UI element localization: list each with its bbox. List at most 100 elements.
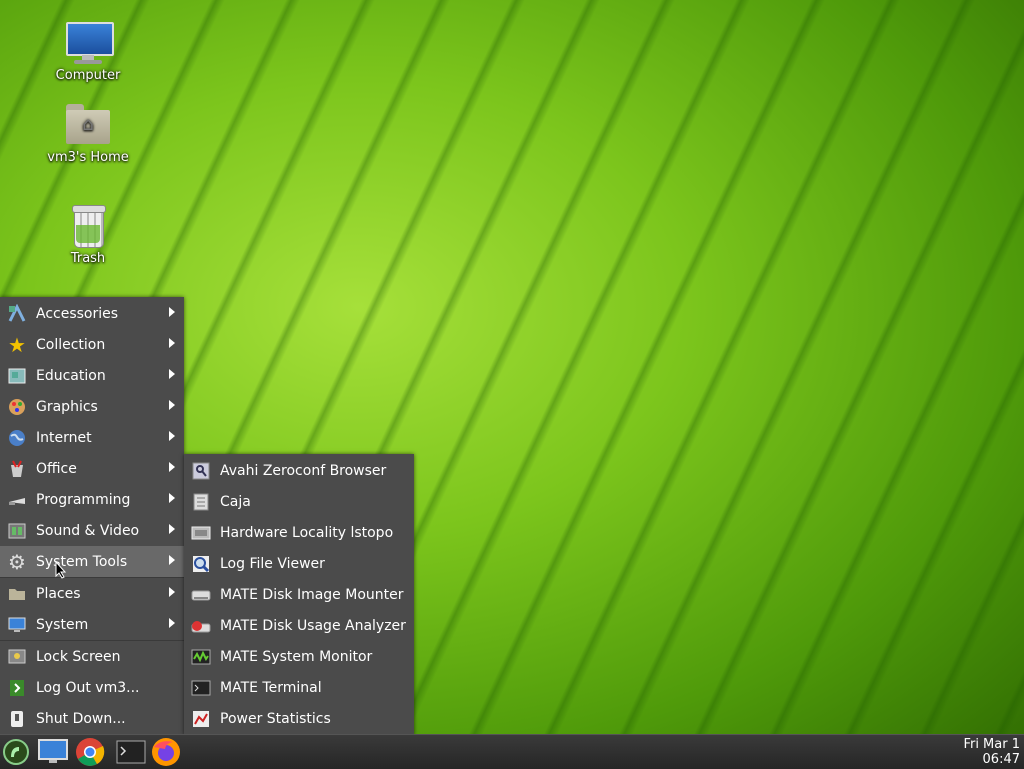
menu-item-system[interactable]: System [0,609,184,640]
menu-item-avahi-browser[interactable]: Avahi Zeroconf Browser [184,455,414,486]
chrome-icon [76,738,105,766]
bottom-panel: Fri Mar 1 06:47 [0,734,1024,769]
menu-item-system-tools[interactable]: ⚙ System Tools [0,546,184,577]
menu-item-label: Programming [36,491,131,508]
menu-item-label: Log File Viewer [220,555,325,572]
menu-item-programming[interactable]: Programming [0,484,184,515]
menu-item-disk-usage-analyzer[interactable]: MATE Disk Usage Analyzer [184,610,414,641]
menu-item-office[interactable]: Office [0,453,184,484]
menu-item-label: Graphics [36,398,98,415]
graphics-icon [6,396,28,418]
terminal-icon [116,740,146,764]
chrome-launcher[interactable] [74,737,106,767]
menu-item-label: Office [36,460,77,477]
desktop-icon-computer[interactable]: Computer [43,20,133,83]
file-manager-icon [190,491,212,513]
chevron-right-icon [169,431,175,441]
menu-item-label: Collection [36,336,106,353]
chevron-right-icon [169,462,175,472]
desktop-icon-label: Trash [70,251,106,266]
power-stats-icon [190,708,212,730]
menu-item-lock-screen[interactable]: Lock Screen [0,641,184,672]
menu-item-label: Log Out vm3... [36,679,140,696]
clock-date: Fri Mar 1 [963,737,1020,752]
chevron-right-icon [169,307,175,317]
firefox-icon [152,738,180,766]
log-viewer-icon [190,553,212,575]
firefox-launcher[interactable] [150,737,182,767]
menu-item-education[interactable]: Education [0,360,184,391]
globe-icon [6,427,28,449]
menu-item-label: MATE System Monitor [220,648,373,665]
show-desktop-icon [38,739,68,763]
menu-item-label: Shut Down... [36,710,126,727]
applications-menu: Accessories ★ Collection Education Graph… [0,297,184,735]
menu-item-label: Internet [36,429,92,446]
menu-item-power-statistics[interactable]: Power Statistics [184,703,414,734]
show-desktop-button[interactable] [37,737,69,767]
gear-icon: ⚙ [8,549,26,574]
menu-item-label: MATE Disk Usage Analyzer [220,617,406,634]
accessories-icon [6,303,28,325]
chevron-right-icon [169,555,175,565]
office-icon [6,458,28,480]
chevron-right-icon [169,524,175,534]
chevron-right-icon [169,369,175,379]
home-folder-icon: ⌂ [64,102,112,148]
menu-item-sound-video[interactable]: Sound & Video [0,515,184,546]
menu-item-label: MATE Disk Image Mounter [220,586,404,603]
menu-item-system-monitor[interactable]: MATE System Monitor [184,641,414,672]
menu-item-log-out[interactable]: Log Out vm3... [0,672,184,703]
system-monitor-icon [190,646,212,668]
chevron-right-icon [169,587,175,597]
menu-item-shut-down[interactable]: Shut Down... [0,703,184,734]
desktop-icon-trash[interactable]: Trash [43,203,133,266]
menu-item-label: System Tools [36,553,128,570]
menu-launcher-icon [3,739,29,765]
chevron-right-icon [169,338,175,348]
computer-icon [64,20,114,66]
menu-item-label: Power Statistics [220,710,331,727]
menu-item-label: Caja [220,493,251,510]
menu-item-mate-terminal[interactable]: MATE Terminal [184,672,414,703]
terminal-launcher[interactable] [115,737,147,767]
menu-item-label: System [36,616,89,633]
system-tools-submenu: Avahi Zeroconf Browser Caja Hardware Loc… [184,454,414,735]
menu-item-accessories[interactable]: Accessories [0,298,184,329]
mouse-cursor-icon [55,561,67,579]
disk-usage-icon [190,615,212,637]
menu-item-hwloc-lstopo[interactable]: Hardware Locality lstopo [184,517,414,548]
chevron-right-icon [169,400,175,410]
lock-icon [6,646,28,668]
education-icon [6,365,28,387]
disk-image-icon [190,584,212,606]
hardware-icon [190,522,212,544]
folder-icon [6,583,28,605]
menu-item-label: Education [36,367,106,384]
logout-icon [6,677,28,699]
desktop-icon-home[interactable]: ⌂ vm3's Home [43,102,133,165]
multimedia-icon [6,520,28,542]
menu-item-graphics[interactable]: Graphics [0,391,184,422]
desktop-icon-label: Computer [55,68,121,83]
programming-icon [6,489,28,511]
menu-item-caja[interactable]: Caja [184,486,414,517]
menu-item-disk-image-mounter[interactable]: MATE Disk Image Mounter [184,579,414,610]
clock[interactable]: Fri Mar 1 06:47 [963,737,1020,767]
terminal-icon [190,677,212,699]
menu-item-log-file-viewer[interactable]: Log File Viewer [184,548,414,579]
star-icon: ★ [8,332,26,357]
system-icon [6,614,28,636]
menu-item-internet[interactable]: Internet [0,422,184,453]
menu-item-places[interactable]: Places [0,578,184,609]
shutdown-icon [6,708,28,730]
chevron-right-icon [169,493,175,503]
menu-item-label: Hardware Locality lstopo [220,524,394,541]
menu-item-label: Avahi Zeroconf Browser [220,462,387,479]
main-menu-button[interactable] [0,737,32,767]
desktop-icon-label: vm3's Home [47,150,129,165]
network-browse-icon [190,460,212,482]
menu-item-label: Sound & Video [36,522,140,539]
menu-item-collection[interactable]: ★ Collection [0,329,184,360]
chevron-right-icon [169,618,175,628]
